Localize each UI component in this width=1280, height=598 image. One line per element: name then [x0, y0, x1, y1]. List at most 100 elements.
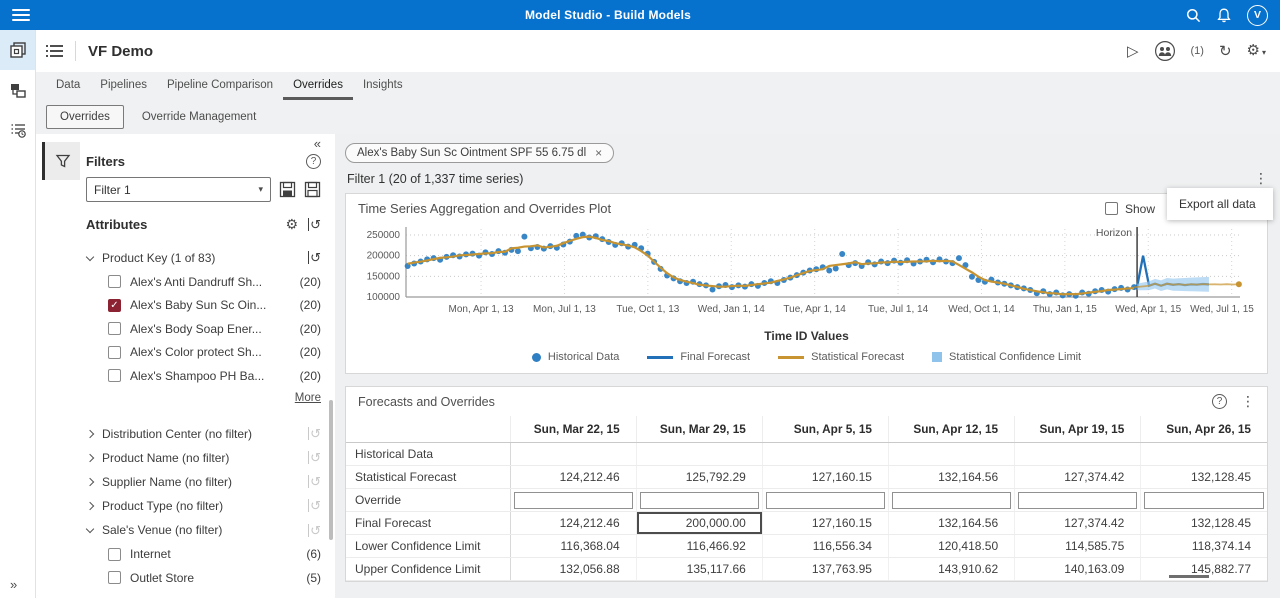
table-cell[interactable] — [762, 443, 888, 466]
rail-item-pipelines[interactable] — [0, 70, 35, 110]
value-checkbox[interactable] — [108, 322, 121, 335]
table-cell[interactable] — [1141, 443, 1267, 466]
override-input[interactable] — [640, 492, 759, 509]
subtab-override-management[interactable]: Override Management — [142, 111, 256, 123]
group-reset-icon[interactable]: ↺ — [308, 427, 321, 440]
chip-close-icon[interactable]: × — [595, 147, 602, 159]
svg-text:100000: 100000 — [367, 292, 401, 303]
value-checkbox[interactable] — [108, 548, 121, 561]
user-avatar[interactable]: V — [1247, 5, 1268, 26]
table-cell[interactable]: 120,418.50 — [888, 535, 1014, 558]
tab-pipelines[interactable]: Pipelines — [90, 74, 157, 100]
table-cell[interactable]: 127,160.15 — [762, 512, 888, 535]
table-cell[interactable]: 116,368.04 — [510, 535, 636, 558]
legend-item[interactable]: Statistical Confidence Limit — [932, 351, 1081, 363]
attributes-settings-icon[interactable]: ⚙ — [286, 216, 299, 233]
table-cell[interactable] — [510, 443, 636, 466]
forecasts-overflow-icon[interactable]: ⋮ — [1241, 393, 1255, 410]
override-input[interactable] — [1018, 492, 1137, 509]
table-cell[interactable]: 125,792.29 — [636, 466, 762, 489]
override-input[interactable] — [514, 492, 633, 509]
forecasts-help-icon[interactable]: ? — [1212, 394, 1227, 409]
table-cell[interactable]: 118,374.14 — [1141, 535, 1267, 558]
group-reset-icon[interactable]: ↺ — [308, 524, 321, 537]
collapse-panel-icon[interactable]: « — [86, 136, 321, 152]
table-cell[interactable] — [1015, 443, 1141, 466]
override-input[interactable] — [1144, 492, 1264, 509]
legend-item[interactable]: Historical Data — [532, 351, 620, 363]
filter-tool-button[interactable] — [42, 142, 80, 180]
table-cell[interactable]: 132,128.45 — [1141, 466, 1267, 489]
project-list-icon[interactable] — [50, 45, 63, 57]
expand-rail-icon[interactable]: » — [10, 577, 17, 592]
table-cell[interactable]: 127,374.42 — [1015, 466, 1141, 489]
attribute-group-header[interactable]: Supplier Name (no filter)↺ — [86, 470, 321, 494]
run-pipeline-icon[interactable]: ▷ — [1127, 44, 1139, 59]
table-cell[interactable]: 137,763.95 — [762, 558, 888, 581]
subtab-overrides[interactable]: Overrides — [46, 105, 124, 129]
attribute-group-header[interactable]: Sale's Venue (no filter)↺ — [86, 518, 321, 543]
selected-series-chip[interactable]: Alex's Baby Sun Sc Ointment SPF 55 6.75 … — [345, 143, 614, 163]
refresh-icon[interactable]: ↻ — [1219, 44, 1232, 59]
search-icon[interactable] — [1186, 8, 1201, 23]
filter-select[interactable]: Filter 1 ▾ — [86, 177, 271, 202]
tab-pipeline-comparison[interactable]: Pipeline Comparison — [157, 74, 283, 100]
attribute-group-header[interactable]: Product Type (no filter)↺ — [86, 494, 321, 518]
value-checkbox[interactable] — [108, 346, 121, 359]
rail-item-build-models[interactable] — [0, 30, 35, 70]
legend-item[interactable]: Final Forecast — [647, 351, 750, 363]
attribute-group-header[interactable]: Product Key (1 of 83)↺ — [86, 245, 321, 270]
value-checkbox[interactable] — [108, 369, 121, 382]
table-cell[interactable]: 132,056.88 — [510, 558, 636, 581]
tab-insights[interactable]: Insights — [353, 74, 413, 100]
value-checkbox[interactable]: ✓ — [108, 299, 121, 312]
table-cell[interactable]: 124,212.46 — [510, 512, 636, 535]
group-reset-icon[interactable]: ↺ — [308, 499, 321, 512]
table-cell[interactable] — [636, 443, 762, 466]
filter-panel-scrollbar[interactable] — [329, 400, 333, 540]
table-cell[interactable] — [888, 443, 1014, 466]
collaborators-icon[interactable] — [1154, 40, 1176, 62]
group-reset-icon[interactable]: ↺ — [308, 475, 321, 488]
value-checkbox[interactable] — [108, 571, 121, 584]
table-cell[interactable]: 116,466.92 — [636, 535, 762, 558]
table-cell[interactable]: 127,374.42 — [1015, 512, 1141, 535]
table-cell[interactable]: 114,585.75 — [1015, 535, 1141, 558]
value-checkbox[interactable] — [108, 275, 121, 288]
more-link[interactable]: More — [295, 392, 321, 404]
tab-overrides[interactable]: Overrides — [283, 74, 353, 100]
table-cell[interactable]: 124,212.46 — [510, 466, 636, 489]
table-horizontal-scrollbar[interactable] — [1169, 575, 1209, 578]
show-checkbox[interactable] — [1105, 202, 1118, 215]
table-cell[interactable]: 127,160.15 — [762, 466, 888, 489]
override-input[interactable] — [766, 492, 885, 509]
table-cell[interactable]: 143,910.62 — [888, 558, 1014, 581]
table-cell[interactable]: 140,163.09 — [1015, 558, 1141, 581]
table-cell[interactable]: 116,556.34 — [762, 535, 888, 558]
legend-item[interactable]: Statistical Forecast — [778, 351, 904, 363]
save-filter-icon[interactable] — [279, 181, 296, 198]
selected-cell[interactable]: 200,000.00 — [636, 512, 762, 535]
value-label: Alex's Color protect Sh... — [130, 345, 262, 359]
group-reset-icon[interactable]: ↺ — [308, 451, 321, 464]
filter-summary-overflow-icon[interactable]: ⋮ — [1254, 170, 1268, 187]
table-cell[interactable]: 132,164.56 — [888, 512, 1014, 535]
chevron-down-icon — [86, 252, 94, 260]
group-reset-icon[interactable]: ↺ — [308, 251, 321, 264]
attribute-group-header[interactable]: Product Name (no filter)↺ — [86, 446, 321, 470]
attribute-group-header[interactable]: Distribution Center (no filter)↺ — [86, 422, 321, 446]
table-cell[interactable]: 132,164.56 — [888, 466, 1014, 489]
attribute-groups: Product Key (1 of 83)↺Alex's Anti Dandru… — [86, 245, 321, 590]
settings-menu[interactable]: ⚙▾ — [1247, 42, 1266, 60]
tab-data[interactable]: Data — [46, 74, 90, 100]
attributes-reset-icon[interactable]: ↺ — [308, 218, 321, 231]
menu-item-export-all-data[interactable]: Export all data — [1179, 197, 1256, 211]
save-as-filter-icon[interactable] — [304, 181, 321, 198]
rail-item-exceptions[interactable] — [0, 110, 35, 150]
hamburger-menu-icon[interactable] — [12, 9, 30, 21]
table-cell[interactable]: 135,117.66 — [636, 558, 762, 581]
table-cell[interactable]: 132,128.45 — [1141, 512, 1267, 535]
override-input[interactable] — [892, 492, 1011, 509]
bell-icon[interactable] — [1217, 8, 1231, 23]
filters-help-icon[interactable]: ? — [306, 154, 321, 169]
